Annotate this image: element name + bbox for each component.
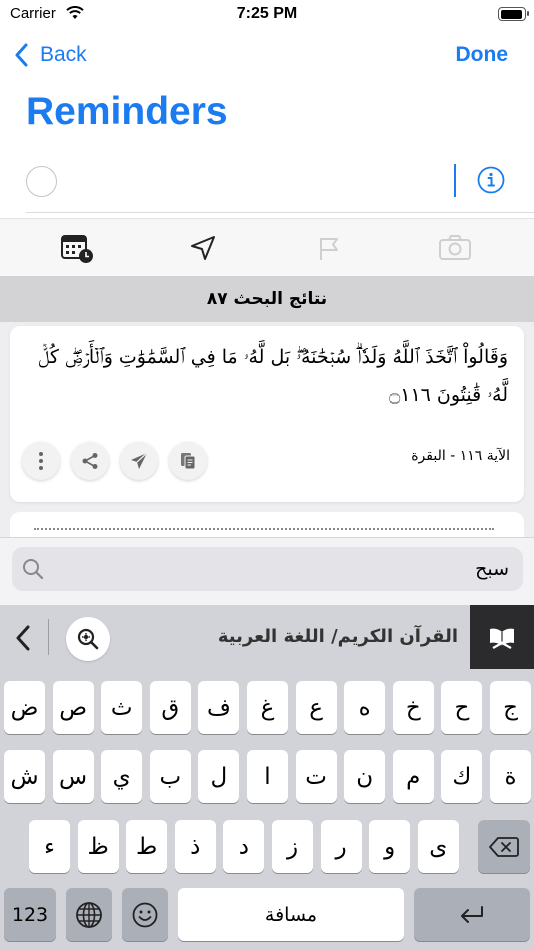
search-bar: سبح [0, 537, 534, 605]
verse-card[interactable]: وَقَالُواْ ٱتَّخَذَ ٱللَّهُ وَلَدٗاۗ سُب… [10, 326, 524, 502]
row-divider [26, 212, 534, 213]
page-title: Reminders [26, 90, 228, 133]
chevron-left-icon[interactable] [8, 621, 38, 655]
letter-key[interactable]: ج [490, 681, 531, 734]
globe-key[interactable] [66, 888, 112, 941]
back-label: Back [40, 43, 87, 66]
letter-key[interactable]: ف [198, 681, 240, 734]
return-icon [461, 905, 483, 923]
letter-key[interactable]: ظ [77, 820, 119, 873]
letter-key[interactable]: ر [320, 820, 362, 873]
letter-key[interactable]: ق [149, 681, 191, 734]
back-button[interactable]: Back [14, 40, 87, 70]
keyboard-accessory-bar: القرآن الكريم/ اللغة العربية [0, 605, 534, 669]
letter-key[interactable]: ز [272, 820, 313, 873]
letter-key[interactable]: ص [52, 681, 94, 734]
flag-icon [312, 231, 346, 265]
calendar-clock-icon[interactable] [60, 231, 94, 265]
space-key[interactable]: مسافة [178, 888, 404, 941]
verse-text-partial [34, 528, 494, 530]
letter-key[interactable]: ه [344, 681, 386, 734]
emoji-key[interactable] [122, 888, 168, 941]
letter-key[interactable]: ذ [174, 820, 216, 873]
copy-icon [181, 453, 196, 470]
verse-reference: الآية ١١٦ - البقرة [411, 448, 510, 464]
copy-button[interactable] [169, 442, 207, 480]
chevron-left-icon [15, 43, 28, 67]
letter-key[interactable]: ت [295, 750, 337, 803]
reminder-row[interactable] [0, 150, 534, 214]
letter-key[interactable]: ل [198, 750, 240, 803]
share-icon [82, 453, 98, 469]
letter-key[interactable]: ء [29, 820, 70, 873]
emoji-icon [132, 902, 158, 927]
reminder-toolbar [0, 218, 534, 276]
source-label: القرآن الكريم/ اللغة العربية [217, 626, 458, 647]
more-button[interactable] [22, 442, 60, 480]
letter-key[interactable]: ط [126, 820, 168, 873]
search-icon [23, 559, 44, 580]
numbers-key[interactable]: 123 [4, 888, 56, 941]
search-gear-icon [77, 628, 99, 650]
send-icon [131, 452, 148, 469]
more-dots-icon [39, 452, 43, 470]
battery-icon [498, 7, 529, 21]
camera-icon [438, 231, 472, 265]
letter-key[interactable]: ك [441, 750, 483, 803]
letter-key[interactable]: ث [101, 681, 143, 734]
search-input[interactable]: سبح [12, 547, 523, 591]
done-button[interactable]: Done [456, 40, 509, 70]
letter-key[interactable]: د [223, 820, 265, 873]
search-query: سبح [475, 558, 509, 580]
location-arrow-icon[interactable] [186, 231, 220, 265]
letter-key[interactable]: و [369, 820, 411, 873]
letter-key[interactable]: ن [344, 750, 386, 803]
globe-icon [76, 901, 102, 928]
info-icon[interactable] [477, 166, 505, 194]
delete-key[interactable] [478, 820, 530, 873]
letter-key[interactable]: ح [441, 681, 483, 734]
backspace-icon [489, 836, 519, 857]
letter-key[interactable]: ى [417, 820, 459, 873]
results-list[interactable]: وَقَالُواْ ٱتَّخَذَ ٱللَّهُ وَلَدٗاۗ سُب… [0, 322, 534, 537]
return-key[interactable] [414, 888, 530, 941]
status-bar: Carrier 7:25 PM [0, 0, 534, 30]
arabic-keyboard: ضصثقفغعهخحج شسيبلاتنمكة ءظطذدزروى 123 مس… [0, 669, 534, 950]
letter-key[interactable]: ب [149, 750, 191, 803]
accessory-divider [48, 619, 49, 655]
letter-key[interactable]: م [392, 750, 434, 803]
letter-key[interactable]: س [52, 750, 94, 803]
search-settings-button[interactable] [66, 617, 110, 661]
text-cursor [454, 164, 456, 197]
share-button[interactable] [71, 442, 109, 480]
letter-key[interactable]: ة [490, 750, 531, 803]
send-button[interactable] [120, 442, 158, 480]
status-time: 7:25 PM [236, 5, 298, 22]
quran-button[interactable] [470, 605, 534, 669]
letter-key[interactable]: خ [392, 681, 434, 734]
letter-key[interactable]: ع [295, 681, 337, 734]
letter-key[interactable]: ا [247, 750, 288, 803]
letter-key[interactable]: ي [101, 750, 143, 803]
letter-key[interactable]: غ [247, 681, 288, 734]
completion-circle[interactable] [26, 166, 57, 197]
letter-key[interactable]: ش [4, 750, 45, 803]
verse-card-partial[interactable] [10, 512, 524, 537]
quran-book-icon [490, 628, 514, 649]
letter-key[interactable]: ض [4, 681, 45, 734]
verse-text: وَقَالُواْ ٱتَّخَذَ ٱللَّهُ وَلَدٗاۗ سُب… [38, 346, 508, 406]
results-count-header: نتائج البحث ٨٧ [0, 276, 534, 322]
